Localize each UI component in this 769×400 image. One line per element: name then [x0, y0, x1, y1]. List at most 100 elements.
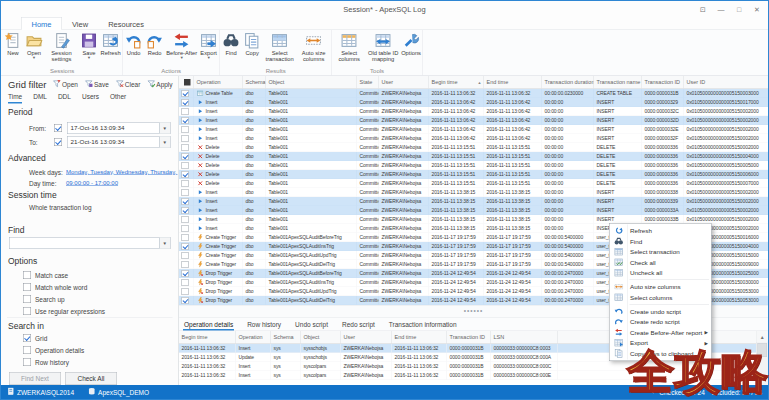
detail-column-header-schema[interactable]: Schema [271, 331, 301, 344]
detail-column-header-transaction-id[interactable]: Transaction ID [447, 331, 491, 344]
filter-open-button[interactable]: Open [53, 80, 78, 90]
column-header-checkbox[interactable] [179, 76, 194, 89]
row-checkbox-cell[interactable] [179, 278, 194, 287]
row-checkbox-cell[interactable] [179, 233, 194, 242]
redo-button[interactable]: Redo [144, 30, 165, 56]
row-checkbox[interactable] [182, 171, 189, 178]
search-in-checkbox-grid[interactable] [23, 334, 31, 342]
row-checkbox[interactable] [182, 90, 189, 97]
search-in-checkbox-operation-details[interactable] [23, 346, 31, 354]
option-checkbox-use-regular-expressions[interactable] [23, 307, 31, 315]
transaction-row[interactable]: InsertdboTable001CommittedZWERKA\Nebojsa… [179, 98, 768, 107]
check-all-button[interactable]: Check All [65, 372, 117, 385]
transaction-row[interactable]: InsertdboTable001CommittedZWERKA\Nebojsa… [179, 197, 768, 206]
column-header-schema[interactable]: Schema [243, 76, 266, 89]
row-checkbox[interactable] [182, 207, 189, 214]
chevron-down-icon[interactable]: ▼ [159, 238, 170, 249]
filter-tab-dml[interactable]: DML [33, 93, 47, 104]
transaction-row[interactable]: DeletedboTable001CommittedZWERKA\Nebojsa… [179, 152, 768, 161]
detail-column-header-lsn[interactable]: LSN [491, 331, 558, 344]
menu-item-create-undo-script[interactable]: Create undo script [610, 306, 712, 317]
open-button[interactable]: Open▼ [24, 30, 45, 60]
row-checkbox-cell[interactable] [179, 89, 194, 98]
detail-column-header-user[interactable]: User [341, 331, 392, 344]
row-checkbox[interactable] [182, 153, 189, 160]
menu-item-check-all[interactable]: Check all [610, 257, 712, 268]
menu-item-find[interactable]: Find [610, 236, 712, 247]
option-checkbox-search-up[interactable] [23, 295, 31, 303]
from-date-combo[interactable]: 17-Oct-16 13:09:34▼ [67, 122, 171, 134]
transaction-row[interactable]: InsertdboTable001CommittedZWERKA\Nebojsa… [179, 107, 768, 116]
ribbon-tab-home[interactable]: Home [21, 17, 62, 30]
detail-tab-row-history[interactable]: Row history [246, 318, 282, 331]
transaction-row[interactable]: Create TabledboTable001CommittedZWERKA\N… [179, 89, 768, 98]
detail-column-header-begin-time[interactable]: Begin time [179, 331, 236, 344]
row-checkbox[interactable] [182, 126, 189, 133]
row-checkbox-cell[interactable] [179, 287, 194, 296]
row-checkbox[interactable] [182, 288, 189, 295]
find-next-button[interactable]: Find Next [9, 372, 61, 385]
filter-apply-button[interactable]: Apply [147, 80, 173, 90]
row-checkbox-cell[interactable] [179, 215, 194, 224]
to-date-combo[interactable]: 21-Oct-16 13:09:34▼ [67, 136, 171, 148]
save-button[interactable]: Save▼ [79, 30, 100, 60]
row-checkbox-cell[interactable] [179, 179, 194, 188]
row-checkbox-cell[interactable] [179, 152, 194, 161]
from-checkbox[interactable] [54, 124, 62, 132]
menu-item-create-before-after-report[interactable]: Create Before-After report▶ [610, 327, 712, 338]
to-checkbox[interactable] [54, 138, 62, 146]
find-button[interactable]: Find [221, 30, 242, 56]
chevron-down-icon[interactable]: ▼ [159, 137, 170, 148]
row-checkbox-cell[interactable] [179, 296, 194, 305]
row-checkbox-cell[interactable] [179, 269, 194, 278]
ribbon-options-icon[interactable]: ⊡ [694, 2, 712, 16]
transaction-row[interactable]: DeletedboTable001CommittedZWERKA\Nebojsa… [179, 179, 768, 188]
week-days-link[interactable]: Monday, Tuesday, Wednesday, Thursday, Fr… [66, 169, 178, 176]
detail-tab-operation-details[interactable]: Operation details [183, 318, 234, 331]
search-in-checkbox-row-history[interactable] [23, 358, 31, 366]
detail-column-header-end-time[interactable]: End time [392, 331, 447, 344]
row-checkbox-cell[interactable] [179, 242, 194, 251]
row-checkbox[interactable] [182, 270, 189, 277]
option-checkbox-match-whole-word[interactable] [23, 283, 31, 291]
row-checkbox-cell[interactable] [179, 116, 194, 125]
transaction-row[interactable]: DeletedboTable001CommittedZWERKA\Nebojsa… [179, 143, 768, 152]
row-checkbox-cell[interactable] [179, 206, 194, 215]
undo-button[interactable]: Undo [123, 30, 144, 56]
row-checkbox-cell[interactable] [179, 224, 194, 233]
column-header-operation[interactable]: Operation [194, 76, 243, 89]
detail-tab-transaction-information[interactable]: Transaction information [388, 318, 458, 331]
row-checkbox[interactable] [182, 189, 189, 196]
session-settings-button[interactable]: Session settings [45, 30, 79, 62]
options-button[interactable]: Options [400, 30, 422, 56]
filter-tab-ddl[interactable]: DDL [58, 93, 71, 104]
column-header-user-id[interactable]: User ID [684, 76, 768, 89]
transaction-row[interactable]: InsertdboTable001CommittedZWERKA\Nebojsa… [179, 134, 768, 143]
transaction-row[interactable]: InsertdboTable001CommittedZWERKA\Nebojsa… [179, 116, 768, 125]
column-header-begin-time[interactable]: Begin time▲ [429, 76, 484, 89]
transaction-row[interactable]: DeletedboTable001CommittedZWERKA\Nebojsa… [179, 161, 768, 170]
row-checkbox[interactable] [182, 225, 189, 232]
row-checkbox[interactable] [182, 144, 189, 151]
row-checkbox[interactable] [182, 279, 189, 286]
row-checkbox[interactable] [182, 261, 189, 268]
row-checkbox[interactable] [182, 162, 189, 169]
column-header-user[interactable]: User [379, 76, 429, 89]
detail-tab-undo-script[interactable]: Undo script [294, 318, 329, 331]
old-table-id-mapping-button[interactable]: Old table ID mapping [366, 30, 400, 62]
row-checkbox[interactable] [182, 234, 189, 241]
refresh-button[interactable]: Refresh [100, 30, 122, 56]
row-checkbox-cell[interactable] [179, 134, 194, 143]
row-checkbox-cell[interactable] [179, 161, 194, 170]
column-header-transaction-duration[interactable]: Transaction duration [542, 76, 594, 89]
export-button[interactable]: Export▼ [198, 30, 219, 60]
transaction-row[interactable]: InsertdboTable001CommittedZWERKA\Nebojsa… [179, 125, 768, 134]
row-checkbox[interactable] [182, 297, 189, 304]
row-checkbox-cell[interactable] [179, 188, 194, 197]
close-button[interactable]: ✕ [748, 2, 766, 16]
row-checkbox-cell[interactable] [179, 98, 194, 107]
detail-tab-redo-script[interactable]: Redo script [341, 318, 376, 331]
copy-button[interactable]: Copy [242, 30, 263, 56]
filter-tab-users[interactable]: Users [82, 93, 99, 104]
row-checkbox[interactable] [182, 243, 189, 250]
